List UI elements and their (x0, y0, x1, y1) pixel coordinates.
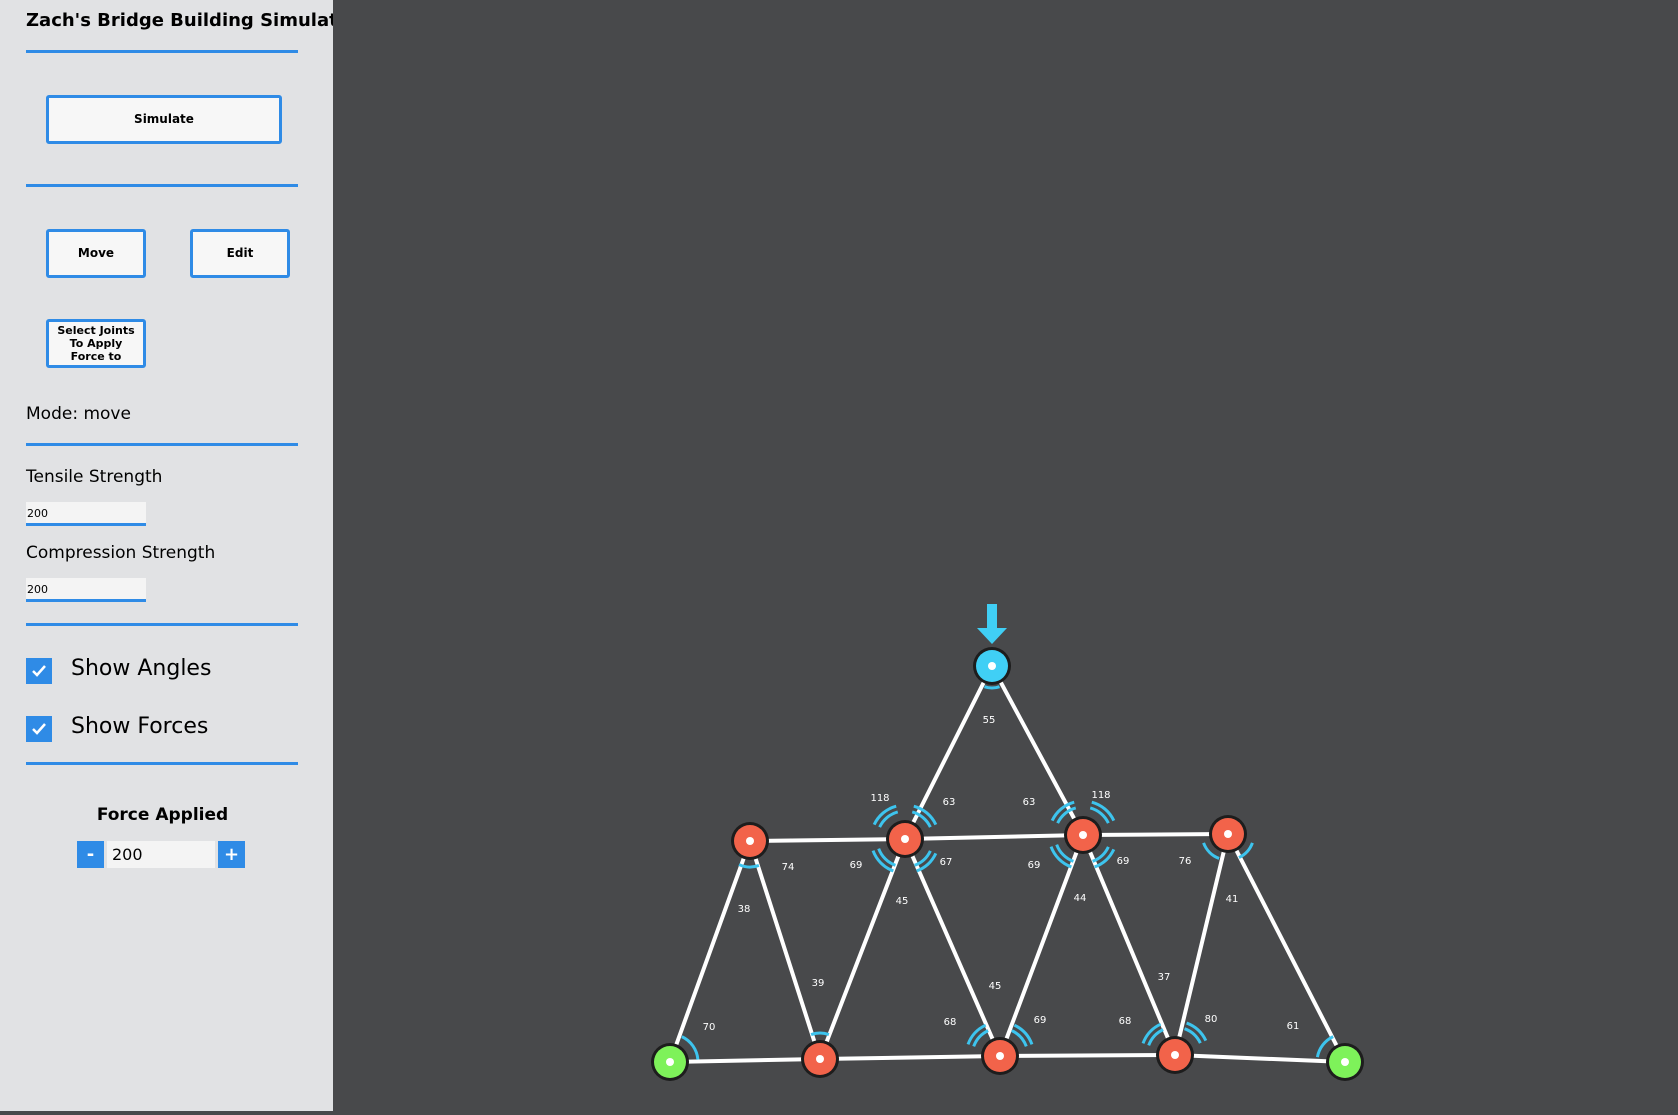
angle-arc (872, 804, 897, 826)
tensile-strength-label: Tensile Strength (26, 467, 163, 487)
angle-label: 76 (1179, 856, 1192, 867)
force-arrow-head-icon (977, 628, 1007, 644)
angle-label: 68 (944, 1017, 957, 1028)
angle-label: 63 (943, 797, 956, 808)
divider (26, 50, 298, 53)
joint-A-center (666, 1058, 674, 1066)
show-forces-checkbox[interactable] (26, 716, 52, 742)
joint-I-center (1224, 830, 1232, 838)
checkmark-icon (32, 665, 46, 677)
select-joints-line-2: To Apply (69, 337, 123, 350)
angle-label: 69 (1117, 856, 1130, 867)
bridge-diagram[interactable]: 55 118 63 63 118 74 69 67 69 69 76 38 45 44 41 39 45 37 70… (333, 0, 1678, 1111)
member-FB (748, 839, 822, 1061)
force-arrow-icon (987, 604, 997, 630)
member-DI (1173, 832, 1230, 1057)
angle-arc (810, 1031, 830, 1037)
angle-label: 63 (1023, 797, 1036, 808)
angle-label: 70 (703, 1022, 716, 1033)
angle-label: 37 (1158, 972, 1171, 983)
member-DE (1173, 1053, 1347, 1064)
tensile-strength-input[interactable] (26, 502, 146, 526)
show-forces-label: Show Forces (71, 714, 209, 739)
member-HI (1081, 832, 1230, 837)
mode-indicator: Mode: move (26, 404, 131, 424)
increase-force-button[interactable]: + (218, 841, 245, 868)
show-angles-label: Show Angles (71, 656, 212, 681)
angle-label: 38 (738, 904, 751, 915)
angle-label: 39 (812, 978, 825, 989)
bridge-canvas[interactable]: 55 118 63 63 118 74 69 67 69 69 76 38 45 44 41 39 45 37 70… (333, 0, 1678, 1111)
simulate-button[interactable]: Simulate (46, 95, 282, 144)
angle-label: 67 (940, 857, 953, 868)
edit-button[interactable]: Edit (190, 229, 290, 278)
angle-label: 74 (782, 862, 795, 873)
show-angles-checkbox[interactable] (26, 658, 52, 684)
divider (26, 762, 298, 765)
angle-arc (738, 863, 760, 869)
angle-label: 45 (896, 896, 909, 907)
angle-label: 45 (989, 981, 1002, 992)
angle-label: 69 (1028, 860, 1041, 871)
joint-J-center (988, 662, 996, 670)
select-joints-button[interactable]: Select Joints To Apply Force to (46, 319, 146, 368)
divider (26, 623, 298, 626)
joint-G-center (901, 835, 909, 843)
member-CD (998, 1053, 1177, 1058)
angle-arc (871, 850, 894, 873)
compression-strength-input[interactable] (26, 578, 146, 602)
member-BC (818, 1054, 1002, 1061)
joint-E-center (1341, 1058, 1349, 1066)
member-AB (668, 1057, 822, 1064)
divider (26, 184, 298, 187)
angle-label: 80 (1205, 1014, 1218, 1025)
sidebar: Zach's Bridge Building Simulator Simulat… (0, 0, 359, 1111)
divider (26, 443, 298, 446)
angle-label: 68 (1119, 1016, 1132, 1027)
angle-label: 69 (1034, 1015, 1047, 1026)
member-FG (748, 837, 907, 843)
angle-label: 69 (850, 860, 863, 871)
force-applied-title: Force Applied (96, 805, 229, 825)
member-GH (903, 833, 1085, 841)
select-joints-line-3: Force to (70, 350, 122, 363)
angle-arc (1091, 800, 1116, 822)
angle-label: 118 (1091, 790, 1110, 801)
angle-label: 44 (1074, 893, 1087, 904)
angle-label: 55 (983, 715, 996, 726)
joint-F-center (746, 837, 754, 845)
decrease-force-button[interactable]: - (77, 841, 104, 868)
angle-label: 61 (1287, 1021, 1300, 1032)
force-value-input[interactable] (107, 841, 215, 868)
angle-arc (1049, 846, 1072, 869)
joint-B-center (816, 1055, 824, 1063)
checkmark-icon (32, 723, 46, 735)
joint-H-center (1079, 831, 1087, 839)
joint-D-center (1171, 1051, 1179, 1059)
compression-strength-label: Compression Strength (26, 543, 216, 563)
select-joints-line-1: Select Joints (57, 324, 135, 337)
app-title: Zach's Bridge Building Simulator (26, 10, 359, 31)
joint-C-center (996, 1052, 1004, 1060)
angle-label: 118 (870, 793, 889, 804)
angle-label: 41 (1226, 894, 1239, 905)
move-button[interactable]: Move (46, 229, 146, 278)
angle-arc (983, 685, 1001, 690)
